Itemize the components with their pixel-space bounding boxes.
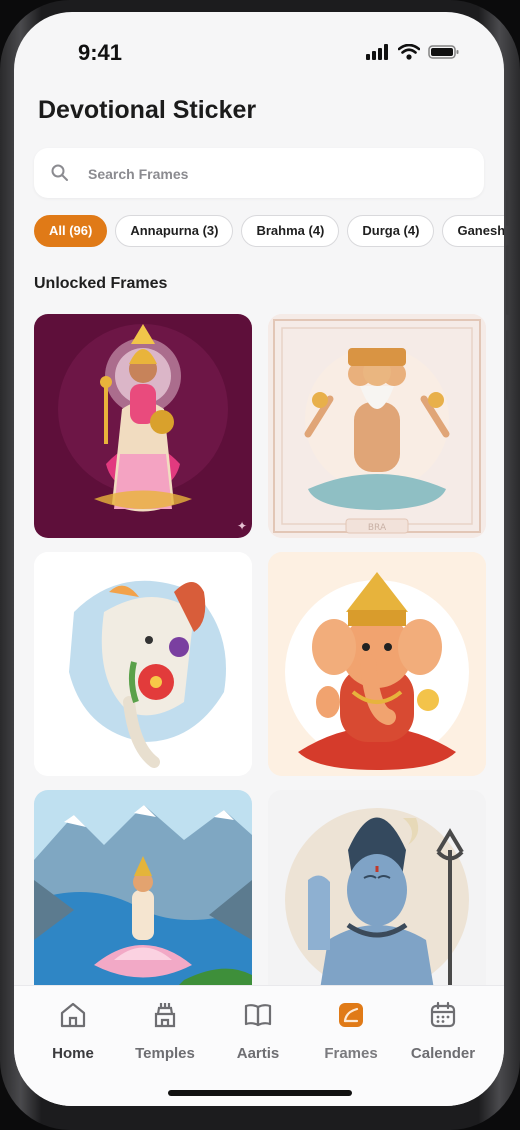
filter-chip-all[interactable]: All (96) [34, 215, 108, 247]
filter-chip-brahma[interactable]: Brahma (4) [241, 215, 340, 247]
app-screen: 9:41 Devotional Sticker Search Frames Al… [14, 12, 504, 1106]
temple-icon [154, 1003, 176, 1028]
frame-card-shiva[interactable] [268, 790, 486, 987]
svg-text:✦: ✦ [237, 519, 247, 533]
ganesh-artistic-image [34, 552, 252, 776]
book-icon [244, 1004, 272, 1027]
filter-chip-annapurna[interactable]: Annapurna (3) [115, 215, 234, 247]
lakshmi-river-image [34, 790, 252, 987]
side-button [506, 330, 510, 400]
filter-chips: All (96) Annapurna (3) Brahma (4) Durga … [34, 215, 504, 255]
wifi-icon [398, 44, 420, 60]
status-bar: 9:41 [14, 12, 504, 82]
frame-card-annapurna[interactable]: ✦ [34, 314, 252, 538]
filter-chip-ganesh[interactable]: Ganesh [442, 215, 504, 247]
side-button [506, 190, 510, 226]
nav-aartis-label: Aartis [236, 1045, 280, 1062]
shiva-image [268, 790, 486, 987]
calendar-icon [430, 1001, 456, 1028]
annapurna-image: ✦ [34, 314, 252, 538]
nav-frames-label: Frames [324, 1045, 378, 1062]
frame-card-brahma[interactable]: BRA [268, 314, 486, 538]
nav-temples[interactable]: Temples [120, 1000, 210, 1062]
nav-home[interactable]: Home [28, 1000, 118, 1062]
phone-frame: 9:41 Devotional Sticker Search Frames Al… [0, 0, 520, 1130]
signal-icon [366, 44, 388, 60]
ganesh-seated-image [268, 552, 486, 776]
frame-card-ganesh-artistic[interactable] [34, 552, 252, 776]
nav-aartis[interactable]: Aartis [213, 1000, 303, 1062]
filter-chip-durga[interactable]: Durga (4) [347, 215, 435, 247]
search-bar[interactable] [34, 148, 484, 200]
side-button [506, 245, 510, 315]
frame-image-text: BRA [368, 523, 387, 533]
nav-calender-label: Calender [410, 1045, 476, 1062]
battery-icon [428, 45, 459, 59]
frame-card-ganesh-seated[interactable] [268, 552, 486, 776]
home-indicator [168, 1090, 352, 1096]
bottom-navigation: Home Temples Aartis Frames Calender [14, 985, 504, 1106]
section-title: Unlocked Frames [34, 275, 168, 292]
nav-home-label: Home [52, 1045, 94, 1062]
brahma-image: BRA [268, 314, 486, 538]
frame-icon [339, 1003, 363, 1027]
nav-frames[interactable]: Frames [306, 1000, 396, 1062]
search-input[interactable] [86, 148, 470, 200]
search-icon [51, 164, 68, 181]
frame-card-lakshmi-river[interactable] [34, 790, 252, 987]
page-title: Devotional Sticker [38, 96, 257, 124]
status-time: 9:41 [78, 40, 123, 65]
home-icon [60, 1002, 86, 1028]
nav-temples-label: Temples [135, 1045, 195, 1062]
nav-calender[interactable]: Calender [398, 1000, 488, 1062]
